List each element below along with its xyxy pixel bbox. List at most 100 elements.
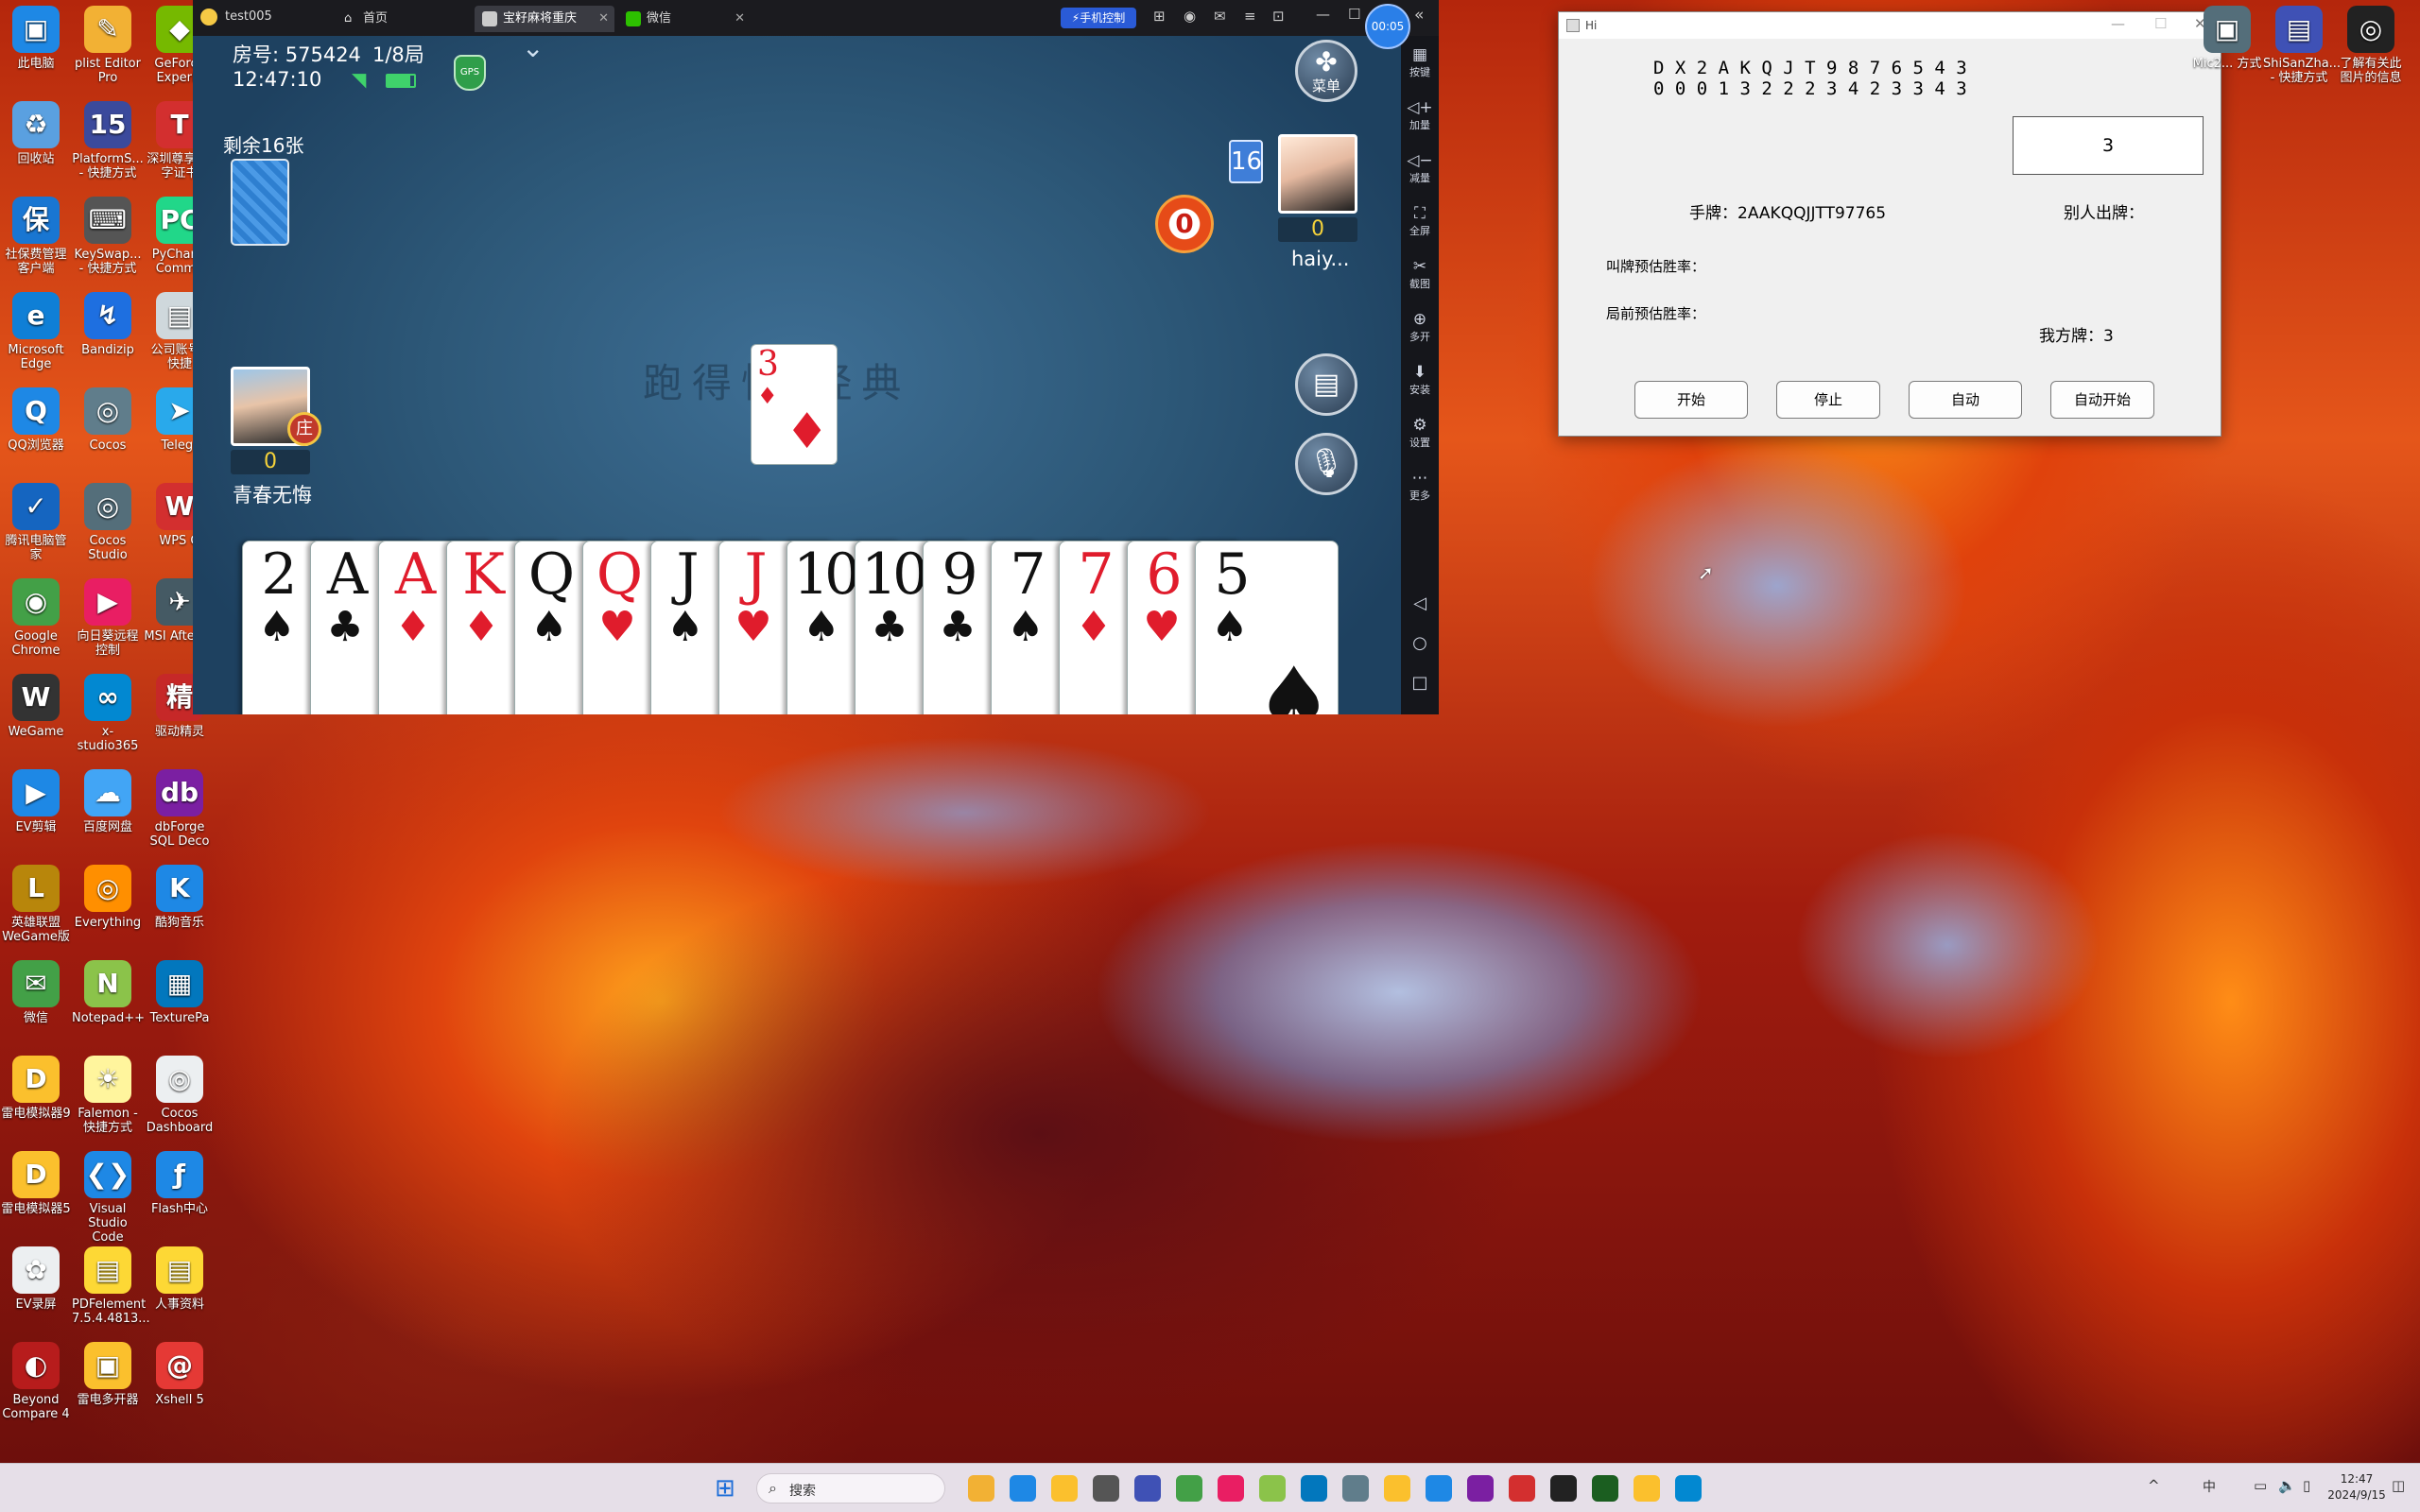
- tab-wechat[interactable]: 微信 ✕: [618, 6, 751, 32]
- desktop-icon[interactable]: ◎ Cocos Dashboard: [144, 1056, 216, 1135]
- desktop-icon[interactable]: ♻ 回收站: [0, 101, 72, 166]
- desktop-icon[interactable]: ◎ 了解有关此图片的信息: [2335, 6, 2407, 85]
- desktop-icon[interactable]: ▶ EV剪辑: [0, 769, 72, 834]
- sidebar-button-0[interactable]: ▦ 按键: [1401, 45, 1439, 79]
- desktop-icon[interactable]: ❮❯ Visual Studio Code: [72, 1151, 144, 1245]
- record-timer-badge[interactable]: 00:05: [1365, 4, 1410, 49]
- home-circle-icon[interactable]: ○: [1401, 633, 1439, 653]
- maximize-icon[interactable]: ☐: [1348, 6, 1360, 23]
- desktop-icon[interactable]: ▦ TexturePa: [144, 960, 216, 1025]
- desktop-icon[interactable]: ▤ PDFelement 7.5.4.4813...: [72, 1246, 150, 1326]
- chat-button[interactable]: ▤: [1295, 353, 1357, 416]
- desktop-icon[interactable]: ▣ 雷电多开器: [72, 1342, 144, 1407]
- taskbar-app-icon[interactable]: [1384, 1475, 1410, 1502]
- desktop-icon[interactable]: ✿ EV录屏: [0, 1246, 72, 1312]
- desktop-icon[interactable]: ▣ Mic2... 方式: [2191, 6, 2263, 71]
- taskbar-app-icon[interactable]: [1134, 1475, 1161, 1502]
- desktop-icon[interactable]: ✓ 腾讯电脑管家: [0, 483, 72, 562]
- desktop-icon[interactable]: ◎ Cocos Studio: [72, 483, 144, 562]
- taskbar-app-icon[interactable]: [1467, 1475, 1494, 1502]
- close-icon[interactable]: ✕: [735, 6, 745, 32]
- taskbar-app-icon[interactable]: [1301, 1475, 1327, 1502]
- taskbar-app-icon[interactable]: [1634, 1475, 1660, 1502]
- start-icon[interactable]: ⊞: [715, 1475, 741, 1502]
- taskbar-app-icon[interactable]: [1509, 1475, 1535, 1502]
- taskbar-app-icon[interactable]: [1051, 1475, 1078, 1502]
- taskbar-app-icon[interactable]: [1550, 1475, 1577, 1502]
- taskbar-search[interactable]: ⌕ 搜索: [756, 1473, 945, 1503]
- desktop-icon[interactable]: ƒ Flash中心: [144, 1151, 216, 1216]
- ime-indicator[interactable]: 中: [2203, 1477, 2216, 1496]
- sidebar-button-4[interactable]: ✂ 截图: [1401, 257, 1439, 291]
- desktop-icon[interactable]: ▤ ShiSanZha... - 快捷方式: [2263, 6, 2341, 85]
- taskbar-app-icon[interactable]: [1675, 1475, 1702, 1502]
- taskbar-app-icon[interactable]: [1010, 1475, 1036, 1502]
- desktop-icon[interactable]: ▣ 此电脑: [0, 6, 72, 71]
- taskbar-app-icon[interactable]: [1342, 1475, 1369, 1502]
- taskbar-app-icon[interactable]: [1176, 1475, 1202, 1502]
- auto-button[interactable]: 自动: [1909, 381, 2022, 419]
- desktop-icon[interactable]: 保社保费管理客户端: [0, 197, 72, 276]
- taskbar-app-icon[interactable]: [1218, 1475, 1244, 1502]
- recent-apps-icon[interactable]: □: [1401, 673, 1439, 693]
- taskbar-app-icon[interactable]: [1426, 1475, 1452, 1502]
- minimize-icon[interactable]: —: [2111, 15, 2125, 32]
- menu-button[interactable]: ✤ 菜单: [1295, 40, 1357, 102]
- taskbar-app-icon[interactable]: [1592, 1475, 1618, 1502]
- mail-icon[interactable]: ✉: [1214, 8, 1226, 25]
- start-button[interactable]: 开始: [1634, 381, 1748, 419]
- desktop-icon[interactable]: D 雷电模拟器9: [0, 1056, 72, 1121]
- sidebar-button-5[interactable]: ⊕ 多开: [1401, 310, 1439, 344]
- desktop-icon[interactable]: db dbForge SQL Deco: [144, 769, 216, 849]
- collapse-icon[interactable]: «: [1414, 6, 1424, 25]
- desktop-icon[interactable]: @ Xshell 5: [144, 1342, 216, 1407]
- volume-icon[interactable]: 🔈: [2278, 1477, 2296, 1494]
- battery-tray-icon[interactable]: ▯: [2303, 1477, 2310, 1494]
- desktop-icon[interactable]: e Microsoft Edge: [0, 292, 72, 371]
- taskbar-app-icon[interactable]: [968, 1475, 994, 1502]
- desktop-icon[interactable]: ◎ Everything: [72, 865, 144, 930]
- gps-badge[interactable]: GPS: [454, 55, 486, 91]
- taskbar-clock[interactable]: 12:47 2024/9/15: [2324, 1471, 2390, 1503]
- stop-button[interactable]: 停止: [1776, 381, 1880, 419]
- desktop-icon[interactable]: ◐ Beyond Compare 4: [0, 1342, 72, 1421]
- back-icon[interactable]: ◁: [1401, 593, 1439, 613]
- taskbar-app-icon[interactable]: [1259, 1475, 1286, 1502]
- minimize-icon[interactable]: —: [1316, 6, 1330, 23]
- sidebar-button-7[interactable]: ⚙ 设置: [1401, 416, 1439, 450]
- tray-chevron-icon[interactable]: ^: [2148, 1477, 2160, 1494]
- desktop-icon[interactable]: ◉ Google Chrome: [0, 578, 72, 658]
- network-icon[interactable]: ▭: [2254, 1477, 2267, 1494]
- desktop-icon[interactable]: ▤ 人事资料: [144, 1246, 216, 1312]
- play-input[interactable]: 3: [2013, 116, 2204, 175]
- desktop-icon[interactable]: ⌨ KeySwap... - 快捷方式: [72, 197, 144, 276]
- desktop-icon[interactable]: 15 PlatformS... - 快捷方式: [72, 101, 144, 180]
- maximize-icon[interactable]: ☐: [2154, 15, 2167, 32]
- desktop-icon[interactable]: Q QQ浏览器: [0, 387, 72, 453]
- tab-home[interactable]: ⌂ 首页: [335, 6, 467, 32]
- taskbar-app-icon[interactable]: [1093, 1475, 1119, 1502]
- desktop-icon[interactable]: ◎ Cocos: [72, 387, 144, 453]
- desktop-icon[interactable]: L 英雄联盟WeGame版: [0, 865, 72, 944]
- gamepad-icon[interactable]: ⊞: [1153, 8, 1166, 25]
- sidebar-button-2[interactable]: ◁− 减量: [1401, 151, 1439, 185]
- desktop-icon[interactable]: ∞ x-studio365: [72, 674, 144, 753]
- desktop-icon[interactable]: ↯ Bandizip: [72, 292, 144, 357]
- hand-card[interactable]: 5 ♠ ♠: [1195, 541, 1339, 714]
- close-icon[interactable]: ✕: [598, 6, 609, 32]
- chevron-down-icon[interactable]: ⌄: [522, 36, 544, 63]
- desktop-icon[interactable]: N Notepad++: [72, 960, 145, 1025]
- voice-button[interactable]: 🎙: [1295, 433, 1357, 495]
- desktop-icon[interactable]: ✎ plist Editor Pro: [72, 6, 144, 85]
- desktop-icon[interactable]: ☁ 百度网盘: [72, 769, 144, 834]
- desktop-icon[interactable]: D 雷电模拟器5: [0, 1151, 72, 1216]
- menu-icon[interactable]: ≡: [1244, 8, 1256, 25]
- auto-start-button[interactable]: 自动开始: [2050, 381, 2154, 419]
- user-icon[interactable]: ◉: [1184, 8, 1196, 25]
- desktop-icon[interactable]: W WeGame: [0, 674, 72, 739]
- desktop-icon[interactable]: K 酷狗音乐: [144, 865, 216, 930]
- pin-icon[interactable]: ⊡: [1272, 8, 1285, 25]
- phone-control-button[interactable]: ⚡手机控制: [1061, 8, 1136, 28]
- desktop-icon[interactable]: ✉ 微信: [0, 960, 72, 1025]
- sidebar-button-8[interactable]: ⋯ 更多: [1401, 469, 1439, 503]
